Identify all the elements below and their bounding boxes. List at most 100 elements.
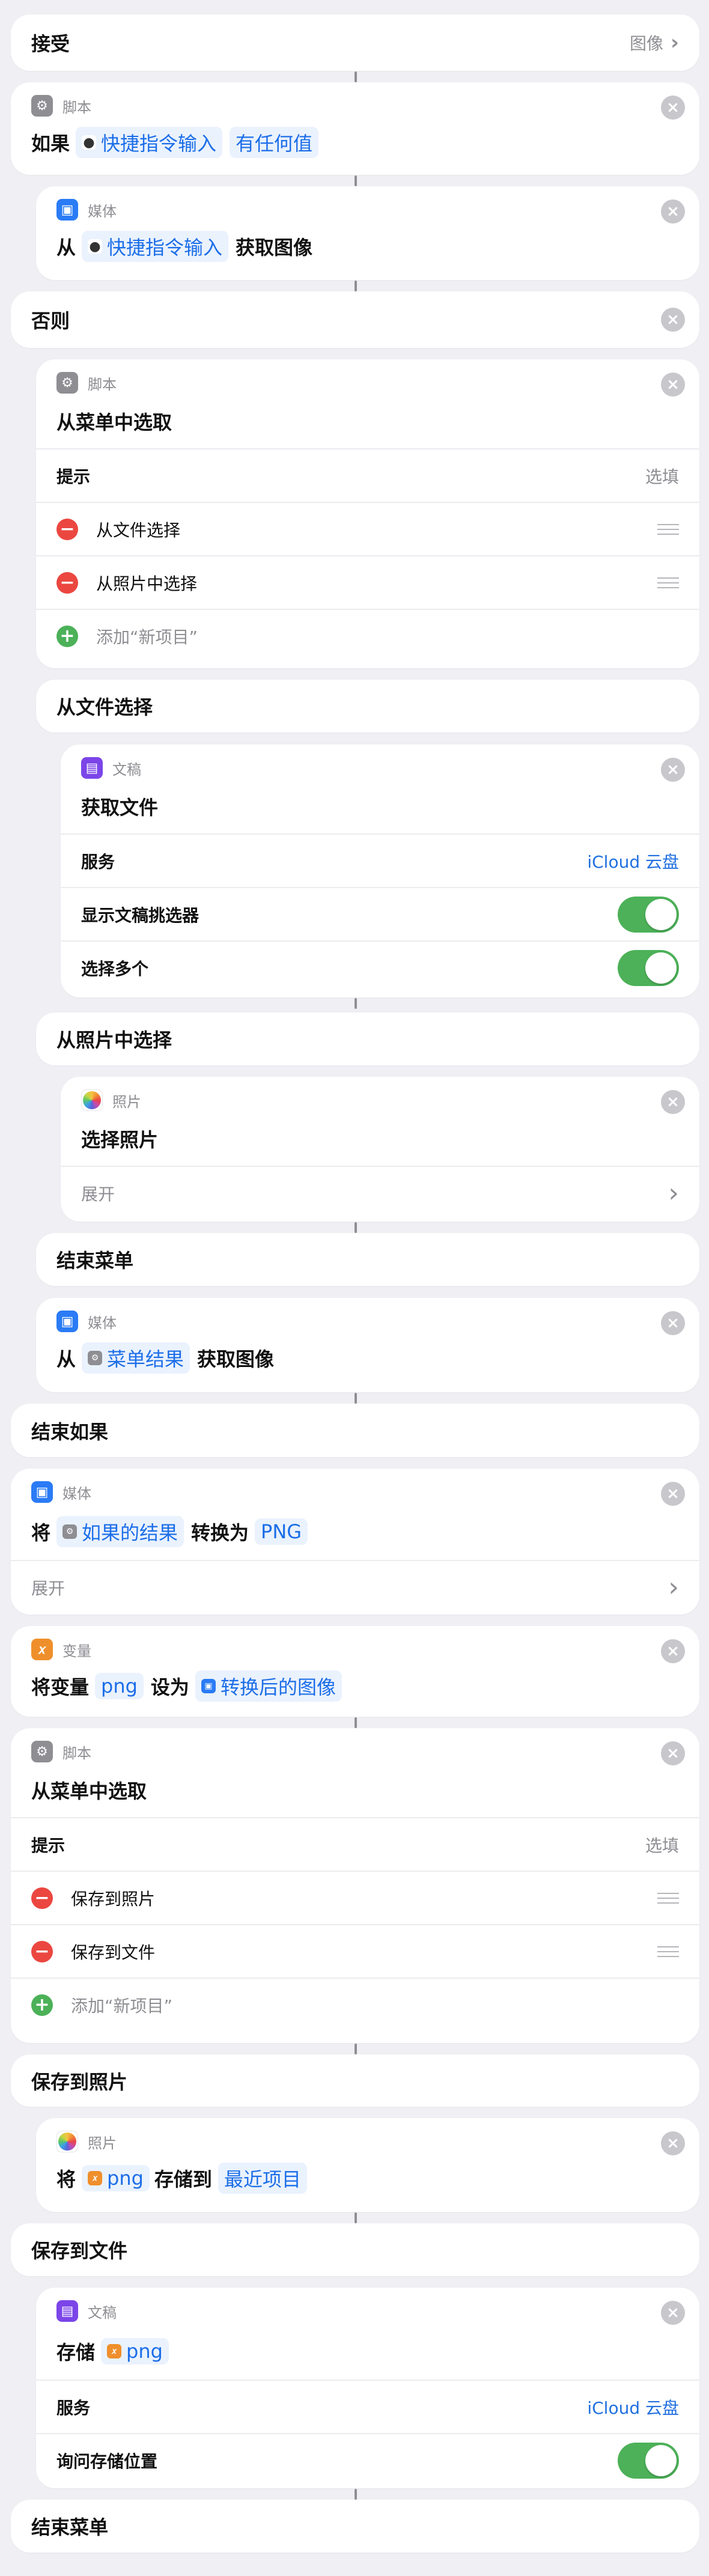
- close-icon[interactable]: ×: [661, 1482, 685, 1506]
- menu-item[interactable]: − 保存到文件: [11, 1924, 699, 1978]
- close-icon[interactable]: ×: [661, 1090, 685, 1114]
- close-icon[interactable]: ×: [661, 1741, 685, 1765]
- if-action-card[interactable]: ⚙ 脚本 × 如果 ● 快捷指令输入 有任何值: [11, 82, 699, 175]
- delete-icon[interactable]: −: [31, 1940, 53, 1962]
- shortcut-input-token[interactable]: ● 快捷指令输入: [82, 231, 229, 262]
- keyword-save: 存储: [56, 2340, 96, 2364]
- show-picker-label: 显示文稿挑选器: [81, 905, 199, 925]
- end-if-label: 结束如果: [31, 1420, 109, 1443]
- drag-handle-icon[interactable]: [657, 523, 679, 535]
- service-row[interactable]: 服务 iCloud 云盘: [36, 2380, 699, 2433]
- category-label: 媒体: [88, 202, 117, 220]
- get-image-action-card[interactable]: ▣ 媒体 × 从 ● 快捷指令输入 获取图像: [36, 186, 699, 280]
- service-label: 服务: [81, 851, 115, 872]
- receive-type-value[interactable]: 图像: [630, 31, 663, 55]
- set-variable-action-card[interactable]: 𝑥 变量 × 将变量 png 设为 ▣ 转换后的图像: [11, 1626, 699, 1717]
- category-label: 变量: [62, 1642, 91, 1660]
- menu-result-token[interactable]: ⚙ 菜单结果: [82, 1342, 190, 1374]
- keyword-if: 如果: [31, 132, 70, 155]
- shortcut-input-token[interactable]: ● 快捷指令输入: [76, 127, 223, 158]
- close-icon[interactable]: ×: [661, 1639, 685, 1663]
- close-icon[interactable]: ×: [661, 2131, 685, 2155]
- menu-item[interactable]: − 保存到照片: [11, 1871, 699, 1924]
- select-multiple-toggle[interactable]: [618, 949, 679, 986]
- condition-token[interactable]: 有任何值: [230, 127, 319, 158]
- action-label: 获取图像: [197, 1348, 275, 1371]
- expand-row[interactable]: 展开 ›: [11, 1560, 699, 1613]
- variable-name-token[interactable]: png: [95, 1673, 144, 1699]
- token-label: 快捷指令输入: [101, 132, 217, 155]
- menu-item-label[interactable]: 从文件选择: [96, 517, 180, 541]
- category-label: 脚本: [62, 1744, 91, 1762]
- get-file-action-card[interactable]: ▤ 文稿 × 获取文件 服务 iCloud 云盘 显示文稿挑选器 选择多个: [61, 744, 699, 997]
- category-label: 媒体: [62, 1485, 91, 1502]
- close-icon[interactable]: ×: [661, 2301, 685, 2325]
- converted-image-token[interactable]: ▣ 转换后的图像: [195, 1670, 342, 1702]
- menu-item[interactable]: − 从文件选择: [36, 502, 699, 555]
- service-row[interactable]: 服务 iCloud 云盘: [61, 833, 699, 887]
- service-value[interactable]: iCloud 云盘: [587, 2395, 679, 2419]
- add-item-row[interactable]: + 添加“新项目”: [11, 1978, 699, 2031]
- choose-from-menu-card[interactable]: ⚙ 脚本 × 从菜单中选取 提示 选填 − 保存到照片 − 保存到文件 + 添加…: [11, 1728, 699, 2043]
- prompt-row[interactable]: 提示 选填: [36, 448, 699, 502]
- chevron-right-icon: ›: [668, 1178, 679, 1208]
- prompt-input[interactable]: 选填: [645, 464, 679, 488]
- add-icon[interactable]: +: [31, 1994, 53, 2016]
- delete-icon[interactable]: −: [56, 518, 78, 540]
- add-icon[interactable]: +: [56, 625, 78, 647]
- if-result-token[interactable]: ⚙ 如果的结果: [56, 1516, 184, 1547]
- menu-item-label[interactable]: 保存到照片: [71, 1886, 155, 1910]
- add-item-placeholder[interactable]: 添加“新项目”: [96, 624, 198, 648]
- keyword-from: 从: [56, 1348, 76, 1371]
- prompt-label: 提示: [56, 466, 91, 487]
- format-token[interactable]: PNG: [255, 1518, 308, 1545]
- gear-icon: ⚙: [62, 1524, 78, 1539]
- case-label: 保存到文件: [31, 2240, 128, 2262]
- photos-icon: [81, 1089, 103, 1111]
- category-label: 照片: [88, 2134, 117, 2152]
- end-menu-card: 结束菜单: [11, 2500, 699, 2553]
- save-to-album-action-card[interactable]: 照片 × 将 𝑥 png 存储到 最近项目: [36, 2118, 699, 2212]
- add-item-placeholder[interactable]: 添加“新项目”: [71, 1993, 172, 2017]
- close-icon[interactable]: ×: [661, 373, 685, 397]
- select-multiple-label: 选择多个: [81, 958, 149, 979]
- chevron-right-icon: ›: [670, 31, 679, 55]
- add-item-row[interactable]: + 添加“新项目”: [36, 609, 699, 662]
- receive-card[interactable]: 接受 图像 ›: [11, 14, 699, 71]
- expand-label: 展开: [31, 1578, 65, 1598]
- show-picker-toggle[interactable]: [618, 896, 679, 933]
- otherwise-card[interactable]: 否则 ×: [11, 291, 699, 348]
- drag-handle-icon[interactable]: [657, 1946, 679, 1957]
- menu-item[interactable]: − 从照片中选择: [36, 555, 699, 609]
- close-icon[interactable]: ×: [661, 308, 685, 332]
- album-token[interactable]: 最近项目: [218, 2163, 307, 2194]
- close-icon[interactable]: ×: [661, 199, 685, 224]
- photo-media-icon: ▣: [201, 1679, 216, 1693]
- choose-from-menu-card[interactable]: ⚙ 脚本 × 从菜单中选取 提示 选填 − 从文件选择 − 从照片中选择 + 添…: [36, 359, 699, 668]
- action-title: 从菜单中选取: [31, 1780, 147, 1803]
- menu-item-label[interactable]: 从照片中选择: [96, 571, 197, 595]
- document-icon: ▤: [56, 2300, 78, 2322]
- close-icon[interactable]: ×: [661, 96, 685, 120]
- drag-handle-icon[interactable]: [657, 577, 679, 588]
- delete-icon[interactable]: −: [31, 1887, 53, 1909]
- category-label: 照片: [112, 1093, 141, 1110]
- prompt-row[interactable]: 提示 选填: [11, 1817, 699, 1871]
- variable-token[interactable]: 𝑥 png: [82, 2165, 150, 2191]
- drag-handle-icon[interactable]: [657, 1892, 679, 1904]
- save-file-action-card[interactable]: ▤ 文稿 × 存储 𝑥 png 服务 iCloud 云盘 询问存储位置: [36, 2288, 699, 2488]
- close-icon[interactable]: ×: [661, 1311, 685, 1335]
- delete-icon[interactable]: −: [56, 571, 78, 594]
- service-value[interactable]: iCloud 云盘: [587, 849, 679, 873]
- menu-item-label[interactable]: 保存到文件: [71, 1940, 155, 1964]
- get-image-action-card[interactable]: ▣ 媒体 × 从 ⚙ 菜单结果 获取图像: [36, 1298, 699, 1392]
- category-label: 脚本: [88, 376, 117, 393]
- menu-case-card: 保存到照片: [11, 2054, 699, 2107]
- select-photos-action-card[interactable]: 照片 × 选择照片 展开 ›: [61, 1077, 699, 1222]
- variable-token[interactable]: 𝑥 png: [101, 2337, 169, 2364]
- ask-location-toggle[interactable]: [618, 2442, 679, 2479]
- prompt-input[interactable]: 选填: [645, 1833, 679, 1857]
- convert-image-action-card[interactable]: ▣ 媒体 × 将 ⚙ 如果的结果 转换为 PNG 展开 ›: [11, 1469, 699, 1615]
- expand-row[interactable]: 展开 ›: [61, 1166, 699, 1219]
- close-icon[interactable]: ×: [661, 758, 685, 782]
